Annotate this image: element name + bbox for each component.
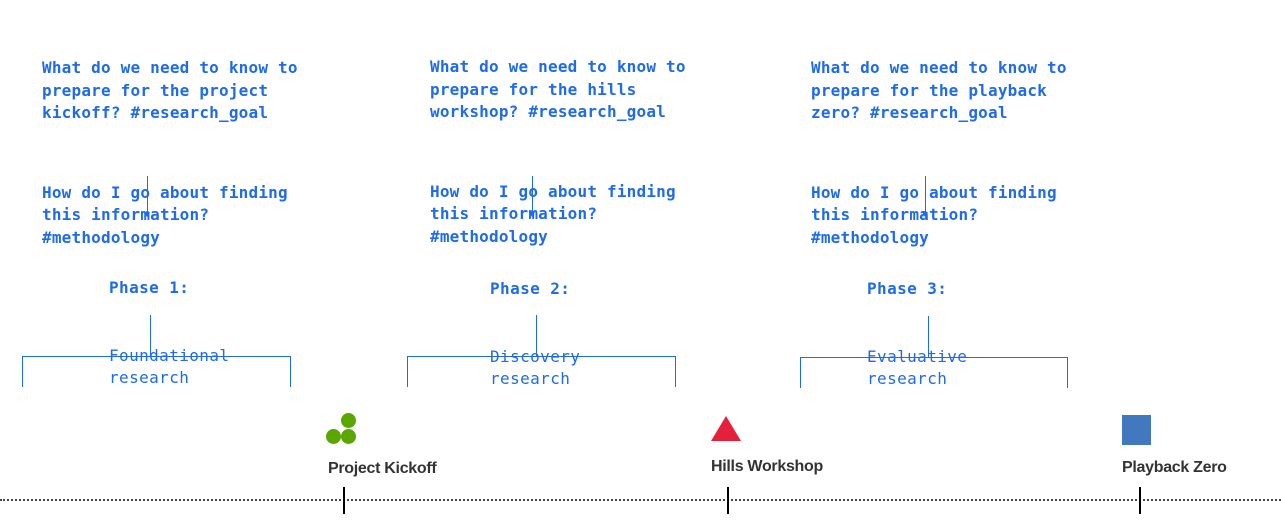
phase-title: Phase 2: [490, 279, 571, 298]
connector-line [150, 315, 151, 356]
down-arrow-icon [529, 176, 535, 217]
square-icon [1122, 415, 1151, 445]
research-goal-question: What do we need to know to prepare for t… [430, 57, 686, 121]
dot-shape [341, 413, 356, 428]
milestone-label-playback-zero: Playback Zero [1122, 459, 1227, 476]
question-block-2: What do we need to know to prepare for t… [430, 11, 686, 271]
timeline-tick-project-kickoff [343, 487, 345, 514]
research-goal-question: What do we need to know to prepare for t… [42, 58, 298, 122]
research-goal-question: What do we need to know to prepare for t… [811, 58, 1067, 122]
phase-title: Phase 1: [109, 278, 190, 297]
triangle-icon [711, 416, 741, 441]
connector-line [536, 315, 537, 356]
timeline-tick-hills-workshop [727, 487, 729, 514]
milestone-label-project-kickoff: Project Kickoff [328, 460, 437, 477]
dot-shape [341, 429, 356, 444]
down-arrow-icon [922, 176, 928, 217]
timeline-axis [0, 499, 1281, 501]
three-dots-icon [326, 413, 358, 445]
timeline-tick-playback-zero [1139, 487, 1141, 514]
phase-bracket [22, 356, 291, 387]
phase-title: Phase 3: [867, 279, 948, 298]
connector-line [928, 316, 929, 357]
down-arrow-icon [144, 176, 150, 217]
milestone-label-hills-workshop: Hills Workshop [711, 458, 823, 475]
dot-shape [326, 429, 341, 444]
phase-bracket [407, 356, 676, 387]
phase-bracket [800, 357, 1068, 388]
